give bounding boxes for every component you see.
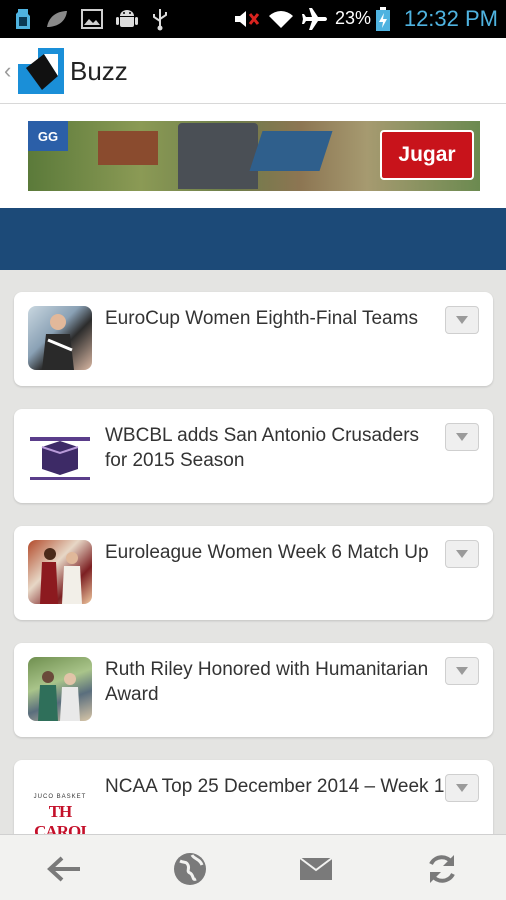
- action-bar: ‹ Buzz: [0, 38, 506, 104]
- item-menu-button[interactable]: [445, 306, 479, 334]
- status-clock: 12:32 PM: [403, 6, 498, 31]
- ad-artwork-house: [98, 131, 158, 165]
- mail-icon[interactable]: [294, 847, 338, 891]
- item-menu-button[interactable]: [445, 774, 479, 802]
- refresh-icon[interactable]: [420, 847, 464, 891]
- item-menu-button[interactable]: [445, 540, 479, 568]
- sd-card-icon: [14, 7, 32, 31]
- status-bar: 23% 12:32 PM: [0, 0, 506, 38]
- article-title: NCAA Top 25 December 2014 – Week 1: [105, 776, 445, 797]
- article-thumbnail: [28, 423, 92, 487]
- article-title: WBCBL adds San Antonio Crusaders for 201…: [105, 425, 420, 471]
- ad-play-button[interactable]: Jugar: [380, 130, 474, 180]
- chevron-left-icon[interactable]: ‹: [4, 58, 11, 84]
- header-band: [0, 208, 506, 270]
- usb-icon: [149, 7, 171, 31]
- chevron-down-icon: [456, 667, 468, 675]
- chevron-down-icon: [456, 433, 468, 441]
- item-menu-button[interactable]: [445, 423, 479, 451]
- list-item[interactable]: Euroleague Women Week 6 Match Up: [14, 526, 493, 620]
- article-title: EuroCup Women Eighth-Final Teams: [105, 308, 418, 329]
- android-icon: [113, 7, 141, 31]
- volume-muted-icon: [232, 7, 262, 31]
- page-title: Buzz: [70, 56, 128, 86]
- chevron-down-icon: [456, 784, 468, 792]
- chevron-down-icon: [456, 316, 468, 324]
- ad-artwork-castle: [178, 123, 258, 189]
- ad-banner[interactable]: GG Jugar: [28, 121, 480, 191]
- thumbnail-headline: TH CAROI: [34, 802, 87, 838]
- battery-charging-icon: [374, 7, 392, 31]
- item-menu-button[interactable]: [445, 657, 479, 685]
- article-thumbnail: [28, 540, 92, 604]
- chevron-down-icon: [456, 550, 468, 558]
- article-title: Euroleague Women Week 6 Match Up: [105, 542, 429, 563]
- article-thumbnail: [28, 657, 92, 721]
- image-icon: [80, 7, 104, 31]
- ad-artwork-roof: [249, 131, 333, 171]
- thumbnail-caption: JUCO BASKET: [33, 794, 87, 800]
- ad-logo: GG: [28, 121, 68, 151]
- bottom-navigation: [0, 834, 506, 900]
- list-item[interactable]: WBCBL adds San Antonio Crusaders for 201…: [14, 409, 493, 503]
- globe-icon[interactable]: [168, 847, 212, 891]
- list-item[interactable]: Ruth Riley Honored with Humanitarian Awa…: [14, 643, 493, 737]
- article-thumbnail: [28, 306, 92, 370]
- list-item[interactable]: EuroCup Women Eighth-Final Teams: [14, 292, 493, 386]
- wifi-icon: [266, 7, 296, 31]
- ad-area: GG Jugar: [0, 104, 506, 208]
- article-thumbnail: JUCO BASKET TH CAROI: [28, 774, 92, 838]
- buzz-app-logo[interactable]: [18, 48, 64, 94]
- airplane-icon: [300, 7, 330, 31]
- back-arrow-icon[interactable]: [42, 847, 86, 891]
- article-title: Ruth Riley Honored with Humanitarian Awa…: [105, 659, 429, 705]
- leaf-icon: [44, 7, 70, 31]
- battery-percent: 23%: [335, 8, 372, 28]
